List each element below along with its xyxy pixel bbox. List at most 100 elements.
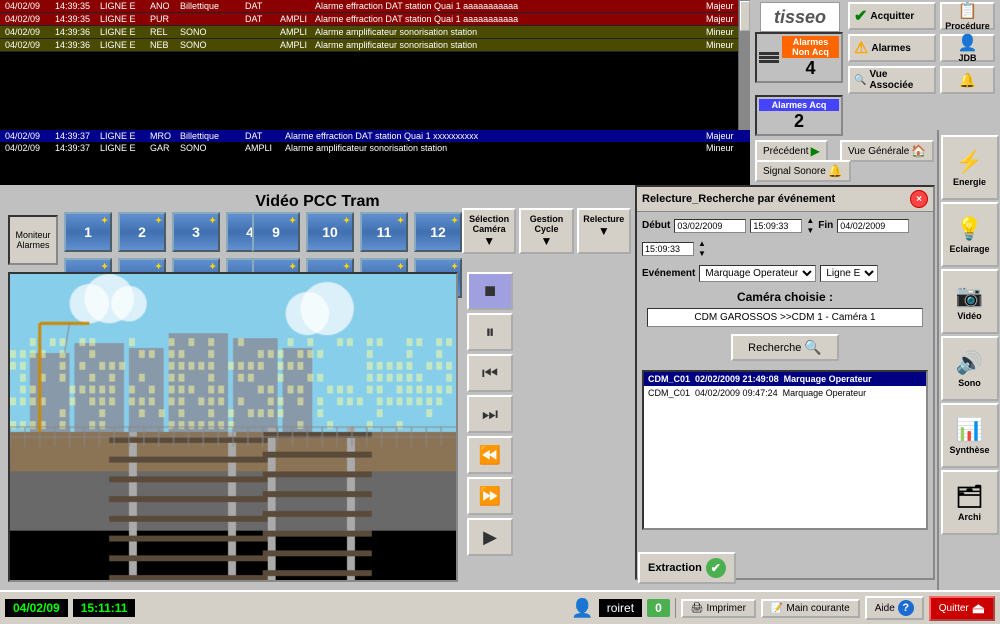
alarm-row[interactable]: 04/02/0914:39:36LIGNE ENEBSONOAMPLIAlarm…	[0, 39, 750, 52]
synthese-icon: 📊	[956, 417, 983, 443]
moniteur-alarmes-label: Moniteur Alarmes	[13, 230, 53, 250]
alarm-row[interactable]: 04/02/0914:39:36LIGNE ERELSONOAMPLIAlarm…	[0, 26, 750, 39]
btn-main-courante[interactable]: 📝 Main courante	[761, 599, 860, 618]
logo-text: tisseo	[774, 7, 826, 28]
sidebar-label-video: Vidéo	[957, 311, 981, 321]
btn-signal-sonore[interactable]: Signal Sonore 🔔	[755, 160, 851, 182]
btn-imprimer[interactable]: 🖨 Imprimer	[681, 599, 756, 618]
btn-alarmes[interactable]: ⚠ Alarmes	[848, 34, 936, 62]
camera-btn-9[interactable]: 9✦	[252, 212, 300, 252]
camera-btn-3[interactable]: 3✦	[172, 212, 220, 252]
search-datetime-row: Début ▲▼ Fin ▲▼	[637, 212, 933, 262]
fin-time-input[interactable]	[642, 242, 694, 256]
status-time: 15:11:11	[73, 599, 136, 617]
btn-precedent[interactable]: Précédent ▶	[755, 140, 828, 162]
recherche-icon: 🔍	[804, 339, 821, 356]
btn-procedure[interactable]: 📋 Procédure	[940, 2, 995, 30]
extraction-label: Extraction	[648, 562, 702, 574]
evenement-select[interactable]: Marquage Operateur	[699, 265, 816, 282]
btn-aide[interactable]: Aide ?	[865, 596, 924, 620]
fin-date-input[interactable]	[837, 219, 909, 233]
btn-quitter[interactable]: Quitter ⏏	[929, 596, 995, 621]
procedure-label: Procédure	[945, 21, 990, 31]
camera-btn-11[interactable]: 11✦	[360, 212, 408, 252]
quitter-icon: ⏏	[972, 600, 985, 617]
btn-selection-camera[interactable]: Sélection Caméra ▼	[462, 208, 516, 254]
status-bar: 04/02/09 15:11:11 👤 roiret 0 🖨 Imprimer …	[0, 590, 1000, 624]
alarm-row[interactable]: 04/02/0914:39:35LIGNE EPURDATAMPLIAlarme…	[0, 13, 750, 26]
debut-time-input[interactable]	[750, 219, 802, 233]
camera-chooser-label: Caméra choisie :	[637, 285, 933, 306]
imprimer-icon: 🖨	[691, 603, 704, 614]
btn-gestion-cycle[interactable]: Gestion Cycle ▼	[519, 208, 573, 254]
debut-spin-up[interactable]: ▲▼	[806, 216, 814, 235]
alarm-acq-box: Alarmes Acq 2	[755, 95, 843, 136]
camera-btn-12[interactable]: 12✦	[414, 212, 462, 252]
btn-vue-generale[interactable]: Vue Générale 🏠	[840, 140, 934, 162]
sidebar-item-energie[interactable]: ⚡ Energie	[941, 135, 999, 200]
sidebar-item-archi[interactable]: 🗂Archi	[941, 470, 999, 535]
search-btn-container: Recherche 🔍	[637, 329, 933, 366]
sidebar-item-sono[interactable]: 🔊Sono	[941, 336, 999, 401]
camera-name-display: CDM GAROSSOS >>CDM 1 - Caméra 1	[647, 308, 923, 327]
camera-btn-10[interactable]: 10✦	[306, 212, 354, 252]
video-display	[8, 272, 458, 582]
vcr-rewind-btn[interactable]: ⏪	[467, 436, 513, 474]
right-sidebar: ⚡ Energie 💡Eclairage 📷 Vidéo 🔊Sono📊Synthèse🗂A…	[937, 130, 1000, 590]
vcr-fast-forward-btn[interactable]: ⏩	[467, 477, 513, 515]
vcr-stop-btn[interactable]: ■	[467, 272, 513, 310]
sel-controls: Sélection Caméra ▼ Gestion Cycle ▼ Relec…	[462, 208, 631, 254]
signal-sonore-icon2: 🔔	[828, 164, 843, 178]
sidebar-item-synthese[interactable]: 📊Synthèse	[941, 403, 999, 468]
btn-relecture[interactable]: Relecture ▼	[577, 208, 631, 254]
extraction-btn[interactable]: Extraction ✔	[638, 552, 736, 584]
alarm-scrollbar-thumb[interactable]	[740, 1, 750, 31]
camera-row-2-1: 9✦10✦11✦12✦	[250, 210, 464, 254]
vcr-pause-btn[interactable]: ⏸	[467, 313, 513, 351]
alarm-row-mid[interactable]: 04/02/0914:39:37LIGNE EMROBillettiqueDAT…	[0, 130, 750, 142]
result-row[interactable]: CDM_C01 04/02/2009 09:47:24 Marquage Ope…	[644, 386, 926, 400]
vcr-frame-back-btn[interactable]: ⏮	[467, 354, 513, 392]
alarm-rows: 04/02/0914:39:35LIGNE EANOBillettiqueDAT…	[0, 0, 750, 52]
alarm-scrollbar[interactable]	[738, 0, 750, 130]
search-panel-title: Relecture_Recherche par événement	[642, 193, 835, 205]
vcr-play-btn[interactable]: ▶	[467, 518, 513, 556]
sidebar-label-energie: Energie	[953, 177, 986, 187]
alarm-row[interactable]: 04/02/0914:39:35LIGNE EANOBillettiqueDAT…	[0, 0, 750, 13]
energie-icon: ⚡	[956, 149, 983, 175]
camera-btn-2[interactable]: 2✦	[118, 212, 166, 252]
status-user: roiret	[599, 599, 642, 617]
camera-btn-1[interactable]: 1✦	[64, 212, 112, 252]
status-user-icon: 👤	[571, 598, 593, 619]
sidebar-label-sono: Sono	[958, 378, 981, 388]
alarm-non-acq-count: 4	[782, 58, 839, 79]
vcr-controls-panel: ■ ⏸ ⏮ ⏭ ⏪ ⏩ ▶	[464, 272, 516, 556]
search-close-btn[interactable]: ×	[910, 190, 928, 208]
vue-generale-label: Vue Générale	[848, 146, 909, 157]
extraction-icon: ✔	[706, 558, 726, 578]
precedent-label: Précédent	[763, 146, 809, 157]
btn-acquitter[interactable]: ✔ Acquitter	[848, 2, 936, 30]
fin-spin[interactable]: ▲▼	[698, 239, 706, 258]
search-panel-header: Relecture_Recherche par événement ×	[637, 187, 933, 212]
alarm-acq-count: 2	[759, 111, 839, 132]
debut-date-input[interactable]	[674, 219, 746, 233]
video-icon: 📷	[956, 283, 983, 309]
ligne-select[interactable]: Ligne E	[820, 265, 878, 282]
procedure-icon: 📋	[958, 1, 978, 21]
alarm-acq-label: Alarmes Acq	[759, 99, 839, 111]
sidebar-label-archi: Archi	[958, 512, 981, 522]
result-row[interactable]: CDM_C01 02/02/2009 21:49:08 Marquage Ope…	[644, 372, 926, 386]
sidebar-item-eclairage[interactable]: 💡Eclairage	[941, 202, 999, 267]
sidebar-item-video[interactable]: 📷 Vidéo	[941, 269, 999, 334]
vue-associee-icon: 🔍	[854, 75, 866, 86]
btn-signal-sonore-top[interactable]: 🔔	[940, 66, 995, 94]
btn-vue-associee[interactable]: 🔍 Vue Associée	[848, 66, 936, 94]
results-list[interactable]: CDM_C01 02/02/2009 21:49:08 Marquage Ope…	[642, 370, 928, 530]
alarm-row-mid[interactable]: 04/02/0914:39:37LIGNE EGARSONOAMPLIAlarm…	[0, 142, 750, 154]
alarm-non-acq-label: Alarmes Non Acq	[782, 36, 839, 58]
btn-jdb[interactable]: 👤 JDB	[940, 34, 995, 62]
vcr-frame-forward-btn[interactable]: ⏭	[467, 395, 513, 433]
gestion-arrow: ▼	[523, 234, 569, 248]
recherche-btn[interactable]: Recherche 🔍	[731, 334, 839, 361]
